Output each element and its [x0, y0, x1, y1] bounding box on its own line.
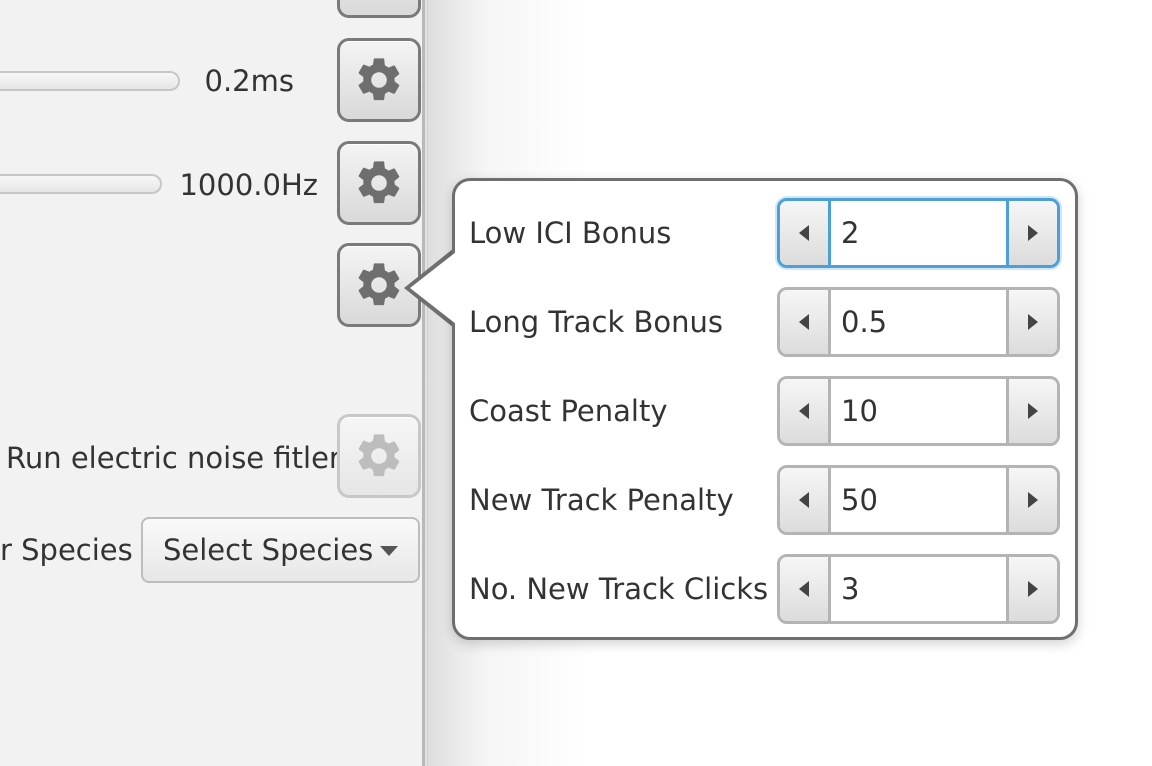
decrement-button[interactable]	[780, 557, 831, 621]
gear-icon	[358, 263, 400, 306]
frequency-settings-button[interactable]	[337, 141, 421, 225]
coast-penalty-spinner[interactable]: 10	[777, 376, 1060, 446]
param-label: Coast Penalty	[469, 394, 668, 428]
new-track-clicks-spinner[interactable]: 3	[777, 554, 1060, 624]
species-select[interactable]: Select Species	[141, 517, 420, 583]
triangle-right-icon	[1028, 581, 1038, 597]
param-row-new-track-penalty: New Track Penalty 50	[455, 465, 1075, 535]
noise-filter-label: Run electric noise fitler	[6, 441, 341, 475]
decrement-button[interactable]	[780, 468, 831, 532]
frequency-value: 1000.0Hz	[179, 168, 318, 202]
long-track-bonus-spinner[interactable]: 0.5	[777, 287, 1060, 357]
noise-filter-settings-button[interactable]	[337, 414, 421, 498]
gear-icon	[358, 58, 400, 101]
chevron-down-icon	[380, 546, 398, 556]
gear-icon	[358, 161, 400, 204]
gear-icon	[358, 434, 400, 477]
spinner-value[interactable]: 10	[831, 379, 1006, 443]
decrement-button[interactable]	[780, 201, 831, 265]
triangle-left-icon	[799, 492, 809, 508]
duration-value: 0.2ms	[204, 64, 294, 98]
param-label: No. New Track Clicks	[469, 572, 769, 606]
spinner-value[interactable]: 50	[831, 468, 1006, 532]
duration-settings-button[interactable]	[337, 38, 421, 122]
species-select-value: Select Species	[163, 533, 374, 567]
settings-panel: 0.2ms 1000.0Hz Run electric noise fitler…	[0, 0, 422, 766]
duration-slider[interactable]	[0, 71, 180, 91]
spinner-value[interactable]: 3	[831, 557, 1006, 621]
triangle-left-icon	[799, 581, 809, 597]
popup-arrow-fill	[410, 252, 456, 324]
species-label: r Species	[0, 533, 133, 567]
triangle-left-icon	[799, 225, 809, 241]
increment-button[interactable]	[1006, 290, 1057, 354]
triangle-right-icon	[1028, 314, 1038, 330]
param-row-new-track-clicks: No. New Track Clicks 3	[455, 554, 1075, 624]
increment-button[interactable]	[1006, 379, 1057, 443]
triangle-left-icon	[799, 314, 809, 330]
spinner-value[interactable]: 0.5	[831, 290, 1006, 354]
param-row-coast-penalty: Coast Penalty 10	[455, 376, 1075, 446]
param-row-low-ici-bonus: Low ICI Bonus 2	[455, 198, 1075, 268]
frequency-slider[interactable]	[0, 174, 162, 194]
triangle-right-icon	[1028, 403, 1038, 419]
param-label: New Track Penalty	[469, 483, 734, 517]
new-track-penalty-spinner[interactable]: 50	[777, 465, 1060, 535]
triangle-right-icon	[1028, 225, 1038, 241]
increment-button[interactable]	[1006, 557, 1057, 621]
param-label: Low ICI Bonus	[469, 216, 672, 250]
decrement-button[interactable]	[780, 290, 831, 354]
increment-button[interactable]	[1006, 201, 1057, 265]
param-row-long-track-bonus: Long Track Bonus 0.5	[455, 287, 1075, 357]
increment-button[interactable]	[1006, 468, 1057, 532]
triangle-right-icon	[1028, 492, 1038, 508]
decrement-button[interactable]	[780, 379, 831, 443]
settings-button-top[interactable]	[337, 0, 421, 18]
tracking-parameters-popup: Low ICI Bonus 2 Long Track Bonus 0.5 Coa…	[452, 178, 1078, 640]
triangle-left-icon	[799, 403, 809, 419]
spinner-value[interactable]: 2	[831, 201, 1006, 265]
low-ici-bonus-spinner[interactable]: 2	[777, 198, 1060, 268]
param-label: Long Track Bonus	[469, 305, 724, 339]
